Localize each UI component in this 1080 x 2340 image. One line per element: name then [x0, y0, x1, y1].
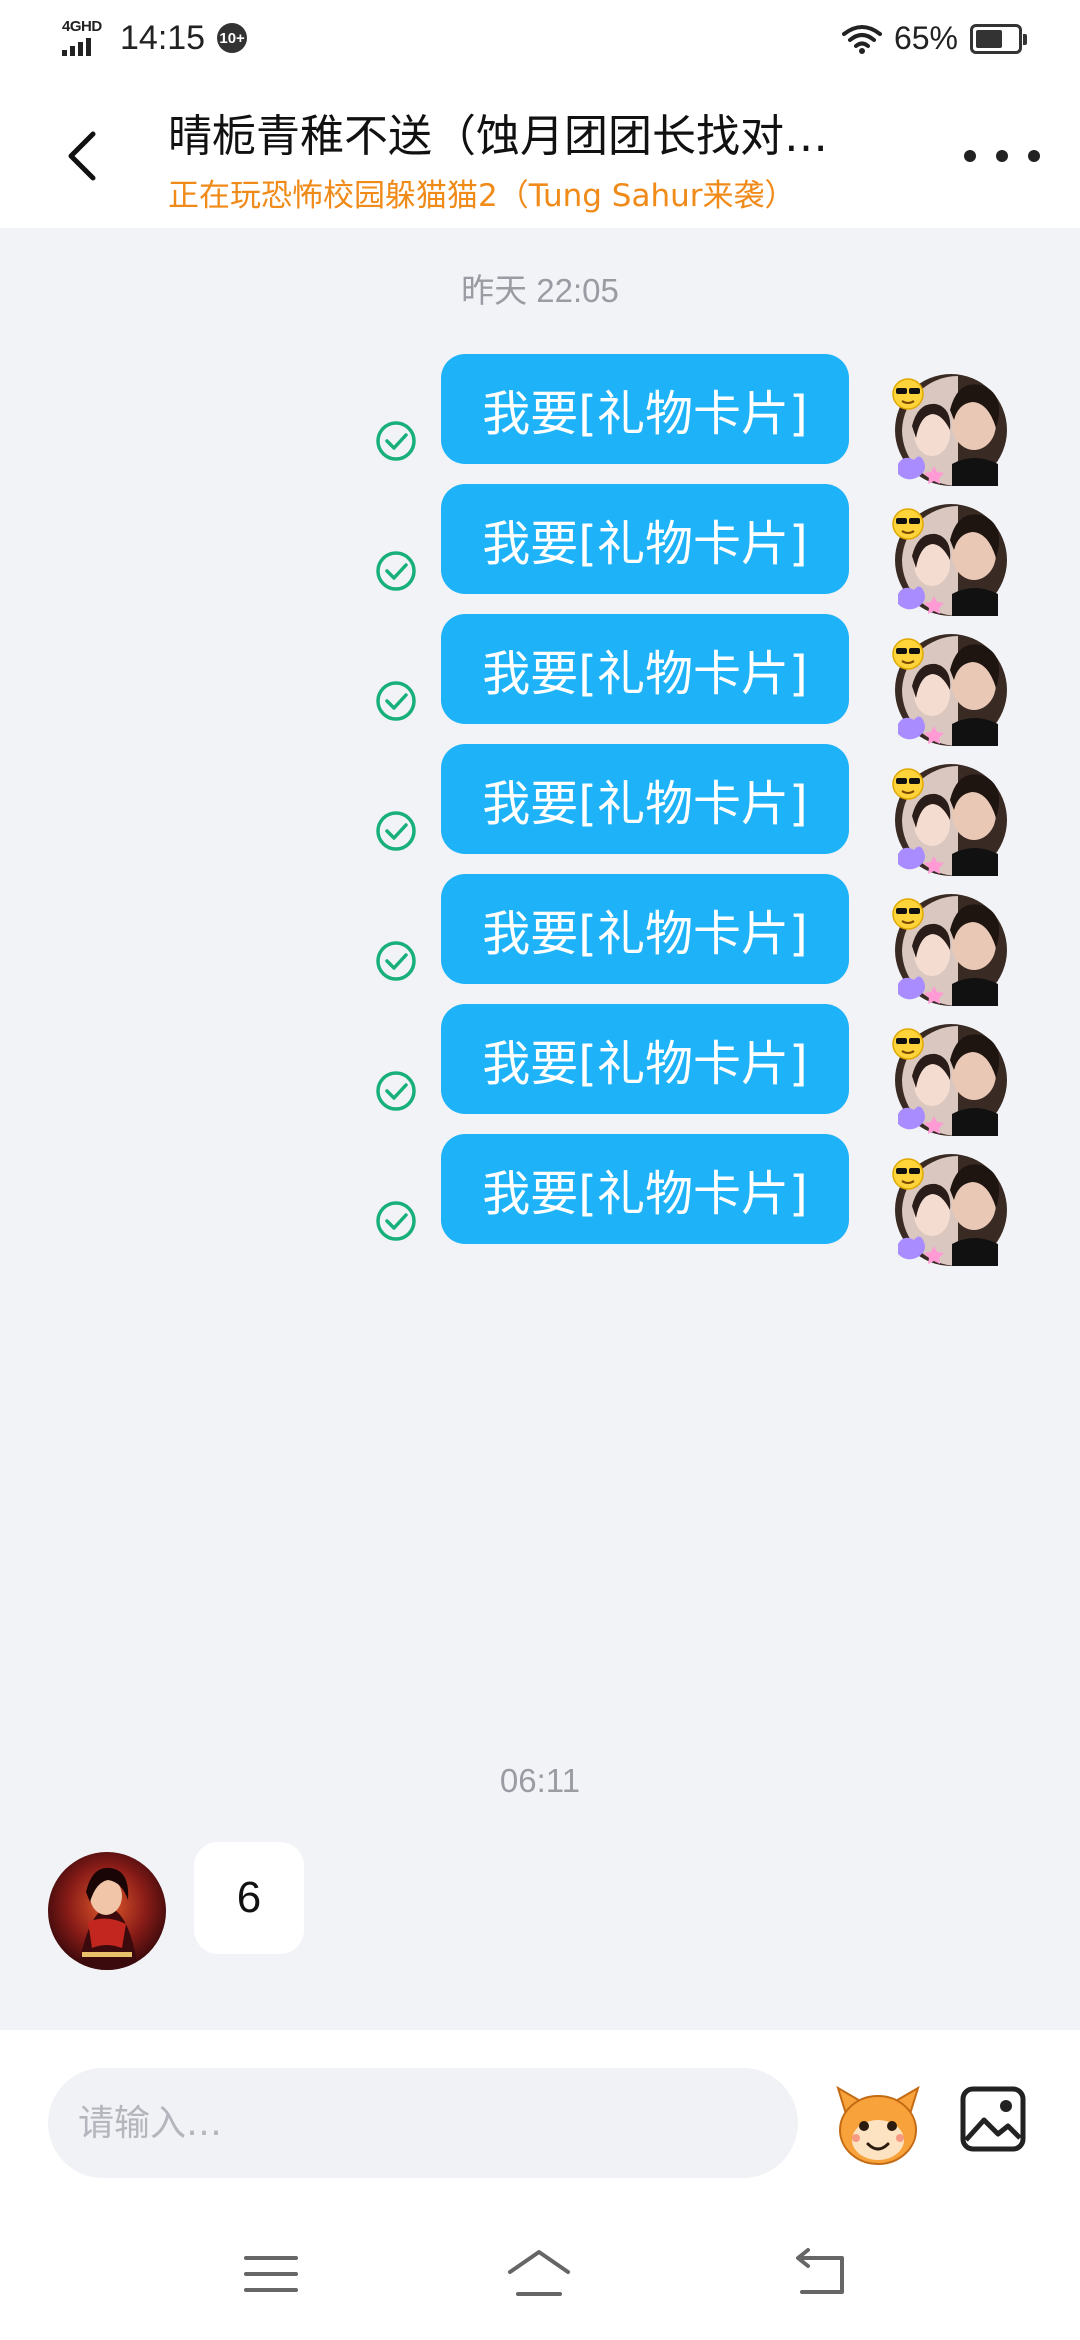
status-left: 4GHD 14:15 10+: [62, 18, 248, 58]
image-icon: [960, 2086, 1026, 2152]
status-right: 65%: [840, 20, 1027, 57]
incoming-message-row: 6: [0, 1842, 1080, 1972]
sent-check-icon: [376, 421, 416, 461]
message-input[interactable]: [48, 2068, 798, 2178]
sent-check-icon: [376, 941, 416, 981]
status-bar: 4GHD 14:15 10+ 65%: [0, 0, 1080, 80]
outgoing-message-bubble[interactable]: 我要[礼物卡片]: [441, 354, 849, 464]
chat-title[interactable]: 晴栀青稚不送（蚀月团团长找对…: [168, 100, 908, 164]
my-avatar-image: [892, 894, 1007, 1006]
my-avatar[interactable]: [888, 758, 1010, 880]
outgoing-message-bubble[interactable]: 我要[礼物卡片]: [441, 614, 849, 724]
sent-check-icon: [376, 1201, 416, 1241]
battery-fill: [976, 29, 1002, 48]
my-avatar[interactable]: [888, 628, 1010, 750]
outgoing-message-row: 我要[礼物卡片]: [0, 744, 1080, 894]
my-avatar-image: [892, 764, 1007, 876]
contact-avatar[interactable]: [48, 1852, 166, 1970]
battery-percent: 65%: [893, 20, 958, 56]
outgoing-message-row: 我要[礼物卡片]: [0, 484, 1080, 634]
outgoing-message-row: 我要[礼物卡片]: [0, 1004, 1080, 1154]
outgoing-message-row: 我要[礼物卡片]: [0, 614, 1080, 764]
outgoing-message-bubble[interactable]: 我要[礼物卡片]: [441, 744, 849, 854]
nav-menu-button[interactable]: [236, 2244, 306, 2304]
sent-check-icon: [376, 551, 416, 591]
mascot-emoji-icon: [836, 2085, 920, 2165]
battery-icon: [970, 23, 1027, 54]
wifi-icon: [841, 24, 882, 54]
outgoing-message-row: 我要[礼物卡片]: [0, 354, 1080, 504]
sent-check-icon: [376, 681, 416, 721]
my-avatar-image: [892, 504, 1007, 616]
outgoing-message-bubble[interactable]: 我要[礼物卡片]: [441, 1134, 849, 1244]
chevron-left-icon: [68, 131, 96, 181]
system-navigation-bar: [0, 2210, 1080, 2340]
status-time: 14:15: [120, 18, 206, 57]
sent-check-icon: [376, 1071, 416, 1111]
network-signal-icon: 4GHD: [62, 18, 112, 58]
more-dots-icon: [964, 150, 976, 162]
home-icon: [508, 2250, 570, 2296]
outgoing-message-row: 我要[礼物卡片]: [0, 874, 1080, 1024]
network-type-label: 4GHD: [62, 18, 102, 35]
timestamp: 06:11: [499, 1762, 581, 1799]
more-options-button[interactable]: [964, 136, 1040, 176]
notification-count-badge: 10+: [217, 23, 248, 53]
outgoing-message-bubble[interactable]: 我要[礼物卡片]: [441, 1004, 849, 1114]
chat-area[interactable]: 昨天 22:05 我要[礼物卡片] 我要[礼物卡片] 我要[礼物卡片] 我要[礼物卡片…: [0, 228, 1080, 2030]
my-avatar-image: [892, 374, 1007, 486]
sent-check-icon: [376, 811, 416, 851]
timestamp: 昨天 22:05: [461, 272, 619, 309]
emoji-button[interactable]: [832, 2078, 924, 2170]
contact-avatar-image: [48, 1852, 166, 1970]
my-avatar[interactable]: [888, 368, 1010, 490]
outgoing-message-bubble[interactable]: 我要[礼物卡片]: [441, 484, 849, 594]
chat-subtitle-playing-status[interactable]: 正在玩恐怖校园躲猫猫2（Tung Sahur来袭）: [168, 170, 928, 215]
my-avatar-image: [892, 634, 1007, 746]
incoming-message-bubble[interactable]: 6: [194, 1842, 304, 1954]
back-icon: [796, 2248, 844, 2294]
my-avatar[interactable]: [888, 1018, 1010, 1140]
input-bar: [0, 2030, 1080, 2210]
my-avatar[interactable]: [888, 1148, 1010, 1270]
nav-home-button[interactable]: [504, 2244, 574, 2304]
nav-back-button[interactable]: [786, 2244, 856, 2304]
chat-header: 晴栀青稚不送（蚀月团团长找对… 正在玩恐怖校园躲猫猫2（Tung Sahur来袭…: [0, 80, 1080, 228]
my-avatar[interactable]: [888, 498, 1010, 620]
my-avatar-image: [892, 1154, 1007, 1266]
back-button[interactable]: [48, 116, 118, 196]
my-avatar-image: [892, 1024, 1007, 1136]
image-button[interactable]: [958, 2084, 1028, 2154]
outgoing-message-row: 我要[礼物卡片]: [0, 1134, 1080, 1284]
menu-icon: [244, 2256, 298, 2292]
outgoing-message-bubble[interactable]: 我要[礼物卡片]: [441, 874, 849, 984]
my-avatar[interactable]: [888, 888, 1010, 1010]
